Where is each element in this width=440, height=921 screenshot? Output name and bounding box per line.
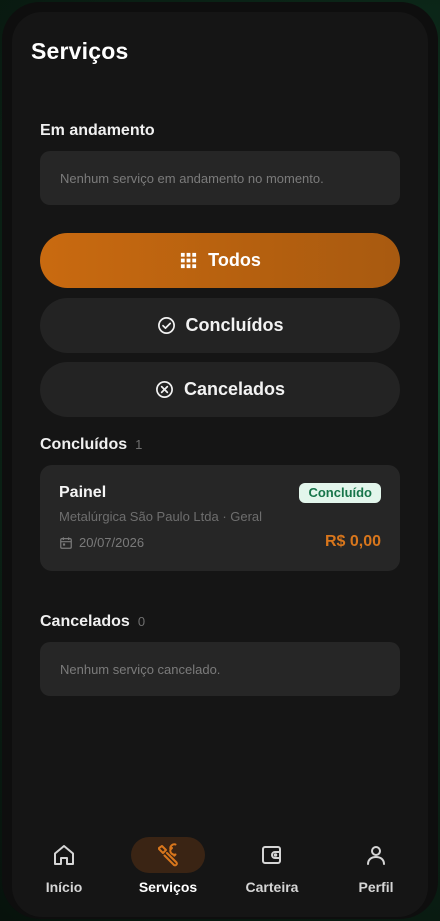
nav-profile-label: Perfil	[358, 879, 394, 895]
wallet-icon	[262, 846, 281, 864]
nav-wallet-label: Carteira	[245, 879, 299, 895]
completed-count: 1	[135, 437, 143, 452]
nav-home-icon-wrap	[27, 837, 101, 873]
nav-item-profile[interactable]: Perfil	[331, 837, 421, 895]
completed-section-label: Concluídos	[40, 436, 128, 453]
cancelled-section-header: Cancelados 0	[40, 613, 145, 631]
user-icon	[367, 846, 385, 865]
nav-services-icon-wrap	[131, 837, 205, 873]
cancelled-count: 0	[137, 614, 146, 629]
cancelled-empty-box: Nenhum serviço cancelado.	[40, 642, 400, 696]
status-badge: Concluído	[299, 483, 381, 503]
cancelled-section-label: Cancelados	[40, 613, 130, 630]
service-card[interactable]: Painel Concluído Metalúrgica São Paulo L…	[40, 465, 400, 571]
filter-all-label: Todos	[208, 250, 261, 270]
in-progress-empty-box: Nenhum serviço em andamento no momento.	[40, 151, 400, 205]
cancelled-empty-text: Nenhum serviço cancelado.	[60, 661, 221, 677]
x-circle-icon	[156, 381, 173, 398]
nav-services-label: Serviços	[138, 879, 198, 895]
filter-all-button[interactable]: Todos	[40, 233, 400, 288]
service-title: Painel	[59, 484, 107, 501]
service-price: R$ 0,00	[324, 533, 381, 550]
in-progress-label: Em andamento	[40, 122, 155, 140]
filter-cancelled-label: Cancelados	[183, 379, 286, 399]
home-icon	[54, 845, 74, 865]
service-subtitle: Metalúrgica São Paulo Ltda · Geral	[59, 509, 263, 524]
nav-item-services[interactable]: Serviços	[123, 837, 213, 895]
filter-completed-label: Concluídos	[185, 315, 284, 335]
app-screen: Serviços Em andamento Nenhum serviço em …	[12, 12, 428, 917]
service-date: 20/07/2026	[79, 535, 145, 550]
nav-profile-icon-wrap	[339, 837, 413, 873]
completed-section-header: Concluídos 1	[40, 436, 142, 454]
grid-icon	[181, 252, 197, 269]
in-progress-empty-text: Nenhum serviço em andamento no momento.	[60, 170, 324, 186]
filter-completed-button[interactable]: Concluídos	[40, 298, 400, 353]
check-circle-icon	[157, 317, 175, 334]
page-title: Serviços	[31, 38, 129, 64]
bottom-navigation: Início Serviços Carteira Perfil	[12, 817, 428, 917]
service-date-row: 20/07/2026	[59, 535, 144, 550]
nav-wallet-icon-wrap	[235, 837, 309, 873]
filter-cancelled-button[interactable]: Cancelados	[40, 362, 400, 417]
nav-item-wallet[interactable]: Carteira	[227, 837, 317, 895]
nav-item-home[interactable]: Início	[19, 837, 109, 895]
calendar-icon	[60, 536, 72, 549]
nav-home-label: Início	[45, 879, 83, 895]
wrench-icon	[158, 843, 178, 867]
in-progress-label-text: Em andamento	[40, 122, 155, 139]
